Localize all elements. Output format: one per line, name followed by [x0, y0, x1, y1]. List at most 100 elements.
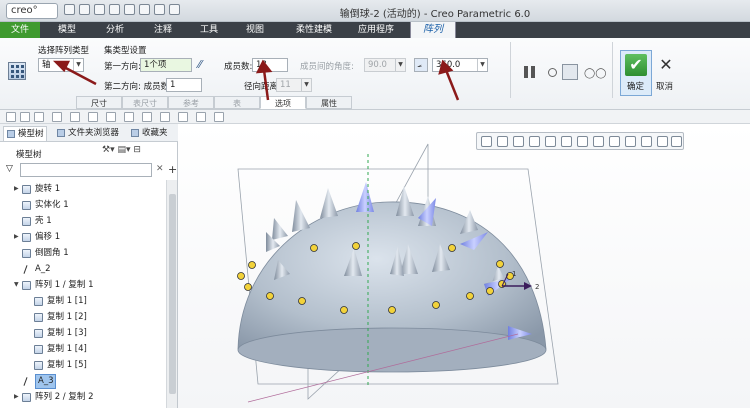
ribbon-divider [510, 42, 511, 98]
tree-item-label: 复制 1 [2] [47, 312, 87, 322]
undo-icon[interactable] [52, 112, 62, 122]
subtab-tables[interactable]: 表 [214, 96, 260, 109]
subtab-table-dimensions[interactable]: 表尺寸 [122, 96, 168, 109]
no-preview-icon[interactable] [548, 68, 557, 77]
display-icon[interactable] [142, 112, 152, 122]
solidify-icon [22, 201, 31, 210]
copy-icon [34, 313, 43, 322]
tree-filter: ▽ ✕ + [6, 162, 177, 178]
redo-icon[interactable] [70, 112, 80, 122]
ribbon-tab-bar: 文件 模型 分析 注释 工具 视图 柔性建模 应用程序 阵列 [0, 22, 750, 38]
tree-item-label: 复制 1 [5] [47, 360, 87, 370]
clear-icon[interactable]: ✕ [156, 164, 164, 174]
tab-applications[interactable]: 应用程序 [348, 22, 404, 38]
save-icon[interactable] [34, 112, 44, 122]
radial-distance-field[interactable]: 11 ▼ [276, 78, 312, 92]
tab-file[interactable]: 文件 [0, 22, 40, 38]
secondary-toolbar [0, 110, 750, 124]
ok-button[interactable]: 确定 [627, 80, 644, 92]
flip-direction-icon[interactable]: ⁄⁄ [198, 58, 202, 71]
glasses-icon[interactable]: ◯◯ [584, 68, 606, 79]
pause-icon[interactable] [524, 66, 538, 81]
more-icon[interactable] [214, 112, 224, 122]
tree-scrollbar[interactable] [166, 180, 177, 408]
ok-checkmark-icon[interactable]: ✔ [625, 54, 647, 76]
pattern-grid-icon [8, 62, 26, 80]
expand-arrow-icon[interactable]: ▶ [14, 234, 20, 240]
dir1-field[interactable]: 1个项 [140, 58, 192, 72]
tree-item-label: 阵列 2 / 复制 2 [35, 392, 94, 402]
tree-item-label: 偏移 1 [35, 232, 61, 242]
collapse-arrow-icon[interactable]: ▼ [14, 282, 20, 288]
copy-icon [34, 297, 43, 306]
model-tree-list: ▶ 旋转 1 实体化 1 壳 1 ▶ 偏移 1 倒圆角 1 A_2 ▼ 阵列 1 / … [0, 180, 166, 408]
tree-item-label: A_2 [35, 264, 51, 274]
open-icon[interactable] [20, 112, 30, 122]
tab-flexible-modeling[interactable]: 柔性建模 [284, 22, 344, 38]
model-tree-header: 模型树 [16, 150, 42, 160]
subtab-references[interactable]: 参考 [168, 96, 214, 109]
tree-item-label: 阵列 1 / 复制 1 [35, 280, 94, 290]
tree-item-label: 旋转 1 [35, 184, 61, 194]
feature-preview-icon[interactable] [562, 64, 578, 80]
tab-annotate[interactable]: 注释 [144, 22, 182, 38]
angle-between-field[interactable]: 90.0 ▼ [364, 58, 406, 72]
pattern-type-select[interactable]: 轴 ▼ [38, 58, 84, 72]
tab-tools[interactable]: 工具 [190, 22, 228, 38]
add-filter-icon[interactable]: + [168, 163, 177, 176]
tab-model-tree-label: 模型树 [18, 129, 44, 139]
subtab-options[interactable]: 选项 [260, 96, 306, 109]
offset-icon [22, 233, 31, 242]
expand-arrow-icon[interactable]: ▶ [14, 394, 20, 400]
filter-icon[interactable]: ▽ [6, 164, 13, 174]
navigator-panel: 模型树 文件夹浏览器 收藏夹 模型树 ⚒▾ ▤▾ ⊟ ▽ ✕ + ▶ 旋转 1 实… [0, 124, 178, 408]
tab-analysis[interactable]: 分析 [96, 22, 134, 38]
set-type-label: 集类型设置 [104, 46, 147, 56]
total-angle-field[interactable]: 360.0 ▼ [432, 58, 488, 72]
members-label: 成员数: [224, 62, 253, 72]
tab-model[interactable]: 模型 [48, 22, 86, 38]
total-angle-icon[interactable]: ⦟ [414, 58, 428, 72]
folder-icon [57, 129, 65, 137]
total-angle-value: 360.0 [436, 60, 461, 70]
copy-icon[interactable] [106, 112, 116, 122]
windows-icon[interactable] [160, 112, 170, 122]
window-title: 输倒球-2 (活动的) - Creo Parametric 6.0 [339, 9, 531, 20]
dir2-label: 第二方向: 成员数: [104, 82, 172, 92]
tab-favorites[interactable]: 收藏夹 [128, 126, 176, 141]
tab-view[interactable]: 视图 [236, 22, 274, 38]
new-icon[interactable] [6, 112, 16, 122]
pattern-type-label: 选择阵列类型 [38, 46, 90, 56]
axis-label-1: 1 [512, 270, 516, 278]
subtab-dimensions[interactable]: 尺寸 [76, 96, 122, 109]
cancel-button[interactable]: 取消 [656, 80, 673, 92]
scrollbar-thumb[interactable] [169, 194, 176, 394]
chevron-down-icon: ▼ [301, 79, 311, 91]
title-bar: creo° 输倒球-2 (活动的) - Creo Parametric 6.0 [0, 0, 750, 22]
members-field[interactable]: 18 [252, 58, 288, 72]
tab-folder-browser[interactable]: 文件夹浏览器 [54, 126, 124, 141]
paste-icon[interactable] [124, 112, 134, 122]
tab-folder-browser-label: 文件夹浏览器 [68, 128, 120, 138]
star-icon [131, 129, 139, 137]
mapkey-icon[interactable] [196, 112, 206, 122]
tab-pattern[interactable]: 阵列 [410, 22, 456, 38]
tree-item-label: 复制 1 [4] [47, 344, 87, 354]
radial-distance-value: 11 [280, 80, 291, 90]
graphics-window[interactable]: 1 2 [178, 124, 750, 408]
tree-search-input[interactable] [20, 163, 152, 177]
tree-item-label: 实体化 1 [35, 200, 69, 210]
dir2-members-field[interactable]: 1 [166, 78, 202, 92]
tab-model-tree[interactable]: 模型树 [3, 126, 47, 141]
cancel-x-icon[interactable]: ✕ [655, 54, 677, 76]
axis-label-2: 2 [535, 283, 539, 291]
tree-settings-icons[interactable]: ⚒▾ ▤▾ ⊟ [102, 145, 141, 155]
subtab-properties[interactable]: 属性 [306, 96, 352, 109]
expand-arrow-icon[interactable]: ▶ [14, 186, 20, 192]
regenerate-icon[interactable] [88, 112, 98, 122]
tree-item-label: 复制 1 [1] [47, 296, 87, 306]
angle-between-value: 90.0 [368, 60, 387, 70]
copy-icon [34, 345, 43, 354]
settings-icon[interactable] [178, 112, 188, 122]
chevron-down-icon: ▼ [73, 59, 83, 71]
